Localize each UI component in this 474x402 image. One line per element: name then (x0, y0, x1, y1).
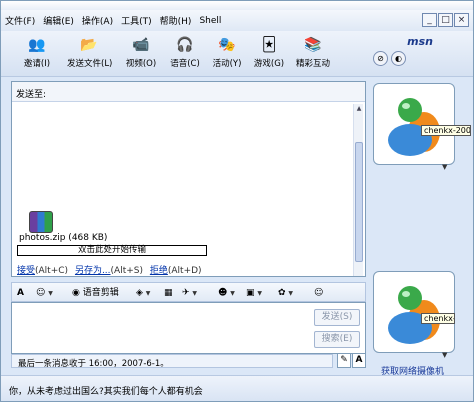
font-button[interactable]: A (17, 286, 24, 300)
menu-edit[interactable]: 编辑(E) (43, 14, 74, 27)
contact-avatar[interactable] (373, 83, 455, 165)
grid-icon: ▦ (164, 288, 173, 298)
image-button[interactable]: ▣ ▼ (246, 286, 262, 300)
invite-label: 邀请(I) (23, 59, 51, 69)
chevron-down-icon: ▼ (288, 290, 294, 297)
text-icon: A (355, 355, 363, 365)
save-as-shortcut: (Alt+S) (110, 266, 143, 276)
minimize-button[interactable]: _ (422, 13, 437, 27)
accept-shortcut: (Alt+C) (35, 266, 69, 276)
video-button[interactable]: 📹 视频(O) (119, 35, 163, 69)
menu-actions[interactable]: 操作(A) (82, 14, 113, 27)
games-label: 游戏(G) (253, 59, 285, 69)
maximize-button[interactable]: □ (438, 13, 453, 27)
voice-icon: 🎧 (176, 37, 194, 53)
contact-name-tooltip: chenkx-200 (421, 125, 471, 136)
voice-label: 语音(C) (170, 59, 200, 69)
menu-help[interactable]: 帮助(H) (160, 14, 192, 27)
chevron-down-icon: ▼ (257, 290, 263, 297)
history-scrollbar[interactable]: ▲ (353, 104, 363, 276)
chevron-down-icon: ▼ (145, 290, 151, 297)
wink-button[interactable]: ☻ ▼ (218, 286, 235, 300)
ad-text: 你，从未考虑过出国么?其实我们每个人都有机会 (9, 387, 203, 397)
send-file-label: 发送文件(L) (67, 59, 113, 69)
image-icon: ▣ (246, 288, 255, 298)
file-name: photos.zip (468 KB) (19, 233, 108, 243)
ad-status-bar[interactable]: 你，从未考虑过出国么?其实我们每个人都有机会 (1, 375, 473, 401)
interactive-label: 精彩互动 (295, 59, 330, 69)
activities-label: 活动(Y) (212, 59, 242, 69)
emoticon-button[interactable]: ☺ ▼ (36, 286, 53, 300)
accept-link[interactable]: 接受 (17, 266, 35, 276)
nudge-button[interactable]: ☺ (314, 286, 323, 300)
pen-icon: ✎ (340, 355, 348, 365)
wink-icon: ☻ (218, 288, 228, 298)
window-controls: _ □ × (422, 13, 469, 27)
title-bar (1, 1, 473, 10)
games-icon: 🃏 (261, 37, 277, 53)
activities-icon: 🎭 (218, 37, 236, 53)
handwriting-tab[interactable]: ✎ (337, 353, 351, 368)
send-file-icon: 📂 (80, 37, 98, 53)
main-toolbar: 👥 邀请(I) 📂 发送文件(L) 📹 视频(O) 🎧 语音(C) 🎭 活动(Y… (1, 31, 473, 77)
last-message-text: 最后一条消息收于 16:00，2007-6-1。 (18, 359, 169, 369)
scroll-up-icon[interactable]: ▲ (354, 104, 364, 114)
menu-tools[interactable]: 工具(T) (121, 14, 152, 27)
zip-file-icon[interactable] (29, 211, 53, 233)
search-button[interactable]: 搜索(E) (314, 331, 360, 348)
gamepad-icon: ✈ (182, 288, 190, 298)
text-tab[interactable]: A (352, 353, 366, 368)
voice-clip-button[interactable]: ◉ 语音剪辑 (72, 286, 119, 300)
chevron-down-icon: ▼ (192, 290, 198, 297)
send-file-button[interactable]: 📂 发送文件(L) (67, 35, 113, 69)
games-button[interactable]: 🃏 游戏(G) (247, 35, 291, 69)
palette-icon: ◈ (136, 288, 143, 298)
menu-bar: 文件(F) 编辑(E) 操作(A) 工具(T) 帮助(H) Shell _ □ … (1, 10, 473, 31)
decline-shortcut: (Alt+D) (167, 266, 202, 276)
scroll-thumb[interactable] (355, 142, 363, 262)
interactive-icon: 📚 (304, 37, 322, 53)
voice-clip-label: 语音剪辑 (82, 288, 119, 298)
menu-file[interactable]: 文件(F) (5, 14, 35, 27)
invite-button[interactable]: 👥 邀请(I) (15, 35, 59, 69)
transfer-actions: 接受(Alt+C) 另存为...(Alt+S) 拒绝(Alt+D) (17, 263, 206, 276)
gift-button[interactable]: ✿ ▼ (278, 286, 293, 300)
msn-conversation-window: 文件(F) 编辑(E) 操作(A) 工具(T) 帮助(H) Shell _ □ … (0, 0, 474, 402)
gift-icon: ✿ (278, 288, 286, 298)
send-to-bar: 发送至: (12, 82, 365, 102)
game-button[interactable]: ✈ ▼ (182, 286, 197, 300)
transfer-start-box[interactable]: 双击此处开始传输 (17, 245, 207, 256)
chevron-down-icon[interactable]: ▼ (442, 163, 447, 171)
video-icon: 📹 (132, 37, 150, 53)
menu-shell[interactable]: Shell (199, 16, 221, 26)
smiley-icon: ☺ (36, 288, 46, 298)
grid-button[interactable]: ▦ (164, 286, 173, 300)
message-input[interactable]: 发送(S) 搜索(E) (11, 302, 366, 354)
background-button[interactable]: ◈ ▼ (136, 286, 150, 300)
voice-clip-icon: ◉ (72, 288, 80, 298)
msn-logo: msn (407, 35, 433, 48)
interactive-button[interactable]: 📚 精彩互动 (291, 35, 335, 69)
save-as-link[interactable]: 另存为... (75, 266, 111, 276)
chevron-down-icon: ▼ (230, 290, 235, 297)
close-button[interactable]: × (454, 13, 469, 27)
send-button[interactable]: 发送(S) (314, 309, 360, 326)
self-avatar[interactable] (373, 271, 455, 353)
chevron-down-icon[interactable]: ▼ (442, 351, 447, 359)
self-name-tooltip: chenkx- (421, 313, 455, 324)
decline-link[interactable]: 拒绝 (150, 266, 168, 276)
font-icon: A (17, 288, 24, 298)
nudge-icon: ☺ (314, 288, 324, 298)
video-label: 视频(O) (125, 59, 157, 69)
chevron-down-icon: ▼ (48, 290, 53, 297)
block-icon[interactable]: ⊘ (373, 51, 388, 66)
format-toolbar: A ☺ ▼ ◉ 语音剪辑 ◈ ▼ ▦ ✈ ▼ ☻ ▼ ▣ ▼ ✿ ▼ ☺ (11, 282, 366, 302)
voice-button[interactable]: 🎧 语音(C) (163, 35, 207, 69)
transfer-prompt: 双击此处开始传输 (77, 245, 146, 255)
background-icon[interactable]: ◐ (391, 51, 406, 66)
send-to-label: 发送至: (16, 90, 47, 100)
last-message-status: 最后一条消息收于 16:00，2007-6-1。 (11, 354, 333, 369)
invite-people-icon: 👥 (28, 37, 46, 53)
activities-button[interactable]: 🎭 活动(Y) (205, 35, 249, 69)
